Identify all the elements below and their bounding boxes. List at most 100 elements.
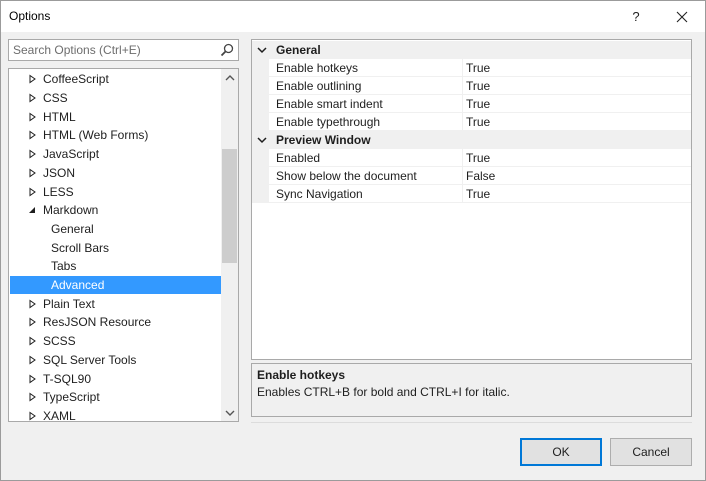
tree-item-label: SQL Server Tools	[43, 352, 137, 367]
property-value[interactable]: True	[466, 97, 490, 111]
description-panel: Enable hotkeys Enables CTRL+B for bold a…	[251, 363, 692, 417]
property-gutter	[252, 95, 269, 113]
tree-item[interactable]: CSS	[10, 89, 237, 108]
help-button[interactable]: ?	[613, 1, 659, 32]
property-name: Enable hotkeys	[276, 61, 359, 75]
property-value[interactable]: False	[466, 169, 495, 183]
property-row[interactable]: Enabled True	[252, 149, 691, 167]
property-grid[interactable]: General Enable hotkeys True Enable outlinin…	[251, 39, 692, 360]
cancel-button[interactable]: Cancel	[610, 438, 692, 466]
description-title: Enable hotkeys	[257, 368, 346, 382]
tree-scrollbar[interactable]	[221, 69, 238, 421]
chevron-down-icon[interactable]	[254, 131, 270, 149]
collapsed-triangle-icon[interactable]	[26, 186, 38, 198]
collapsed-triangle-icon[interactable]	[26, 111, 38, 123]
collapsed-triangle-icon[interactable]	[26, 73, 38, 85]
category-row[interactable]: Preview Window	[252, 131, 691, 149]
tree-item[interactable]: Markdown	[10, 201, 237, 220]
category-label: General	[276, 43, 321, 57]
property-row[interactable]: Show below the document False	[252, 167, 691, 185]
tree-item[interactable]: LESS	[10, 182, 237, 201]
column-divider[interactable]	[462, 59, 463, 77]
column-divider[interactable]	[462, 113, 463, 131]
collapsed-triangle-icon[interactable]	[26, 373, 38, 385]
divider	[251, 422, 692, 423]
category-row[interactable]: General	[252, 41, 691, 59]
expanded-triangle-icon[interactable]	[26, 204, 38, 216]
property-value[interactable]: True	[466, 187, 490, 201]
collapsed-triangle-icon[interactable]	[26, 410, 38, 421]
search-input[interactable]	[9, 40, 218, 60]
collapsed-triangle-icon[interactable]	[26, 354, 38, 366]
tree-item[interactable]: HTML	[10, 107, 237, 126]
search-icon[interactable]	[219, 42, 235, 58]
collapsed-triangle-icon[interactable]	[26, 316, 38, 328]
property-name: Enable outlining	[276, 79, 362, 93]
column-divider[interactable]	[462, 149, 463, 167]
tree-item-label: HTML	[43, 109, 76, 124]
chevron-down-icon[interactable]	[254, 41, 270, 59]
collapsed-triangle-icon[interactable]	[26, 167, 38, 179]
tree-item-label: CSS	[43, 91, 68, 106]
tree-item-label: TypeScript	[43, 390, 100, 405]
tree-item[interactable]: HTML (Web Forms)	[10, 126, 237, 145]
tree-item[interactable]: Scroll Bars	[10, 238, 238, 257]
collapsed-triangle-icon[interactable]	[26, 335, 38, 347]
tree-item[interactable]: JSON	[10, 164, 237, 183]
tree-item-label: LESS	[43, 184, 74, 199]
tree-item[interactable]: SCSS	[10, 332, 237, 351]
tree-item-label: SCSS	[43, 334, 76, 349]
tree-item-label: T-SQL90	[43, 371, 92, 386]
tree-item[interactable]: Tabs	[10, 257, 238, 276]
close-button[interactable]	[659, 1, 705, 32]
property-row[interactable]: Enable typethrough True	[252, 113, 691, 131]
scroll-down-button[interactable]	[221, 404, 238, 421]
window-title: Options	[9, 9, 51, 23]
collapsed-triangle-icon[interactable]	[26, 148, 38, 160]
column-divider[interactable]	[462, 185, 463, 203]
options-dialog: Options ? CoffeeScript CSS HTML HTML (Web F…	[0, 0, 706, 481]
tree-item[interactable]: ResJSON Resource	[10, 313, 237, 332]
tree-item[interactable]: Plain Text	[10, 294, 237, 313]
tree-item[interactable]: JavaScript	[10, 145, 237, 164]
tree-item[interactable]: CoffeeScript	[10, 70, 237, 89]
search-box[interactable]	[8, 39, 239, 61]
tree-item-label: CoffeeScript	[43, 72, 109, 87]
property-row[interactable]: Enable outlining True	[252, 77, 691, 95]
scroll-up-button[interactable]	[221, 69, 238, 86]
property-name: Enable typethrough	[276, 115, 381, 129]
column-divider[interactable]	[462, 95, 463, 113]
tree-item[interactable]: Advanced	[10, 275, 238, 295]
property-value[interactable]: True	[466, 79, 490, 93]
collapsed-triangle-icon[interactable]	[26, 129, 38, 141]
collapsed-triangle-icon[interactable]	[26, 298, 38, 310]
property-name: Sync Navigation	[276, 187, 363, 201]
property-value[interactable]: True	[466, 61, 490, 75]
property-gutter	[252, 59, 269, 77]
help-label: ?	[632, 9, 640, 24]
ok-button[interactable]: OK	[520, 438, 602, 466]
property-row[interactable]: Sync Navigation True	[252, 185, 691, 203]
property-name: Show below the document	[276, 169, 417, 183]
collapsed-triangle-icon[interactable]	[26, 391, 38, 403]
tree-item-label: Advanced	[51, 278, 105, 293]
column-divider[interactable]	[462, 167, 463, 185]
property-value[interactable]: True	[466, 151, 490, 165]
tree-item-label: ResJSON Resource	[43, 315, 152, 330]
column-divider[interactable]	[462, 77, 463, 95]
tree-item[interactable]: XAML	[10, 407, 237, 421]
property-gutter	[252, 167, 269, 185]
options-tree[interactable]: CoffeeScript CSS HTML HTML (Web Forms) JavaS…	[8, 68, 239, 422]
property-row[interactable]: Enable hotkeys True	[252, 59, 691, 77]
collapsed-triangle-icon[interactable]	[26, 92, 38, 104]
property-value[interactable]: True	[466, 115, 490, 129]
tree-item[interactable]: General	[10, 220, 238, 239]
scroll-thumb[interactable]	[222, 149, 237, 263]
tree-item[interactable]: SQL Server Tools	[10, 351, 237, 370]
tree-item[interactable]: T-SQL90	[10, 369, 237, 388]
property-name: Enabled	[276, 151, 321, 165]
property-gutter	[252, 185, 269, 203]
tree-item-label: General	[51, 221, 94, 236]
tree-item[interactable]: TypeScript	[10, 388, 237, 407]
property-row[interactable]: Enable smart indent True	[252, 95, 691, 113]
